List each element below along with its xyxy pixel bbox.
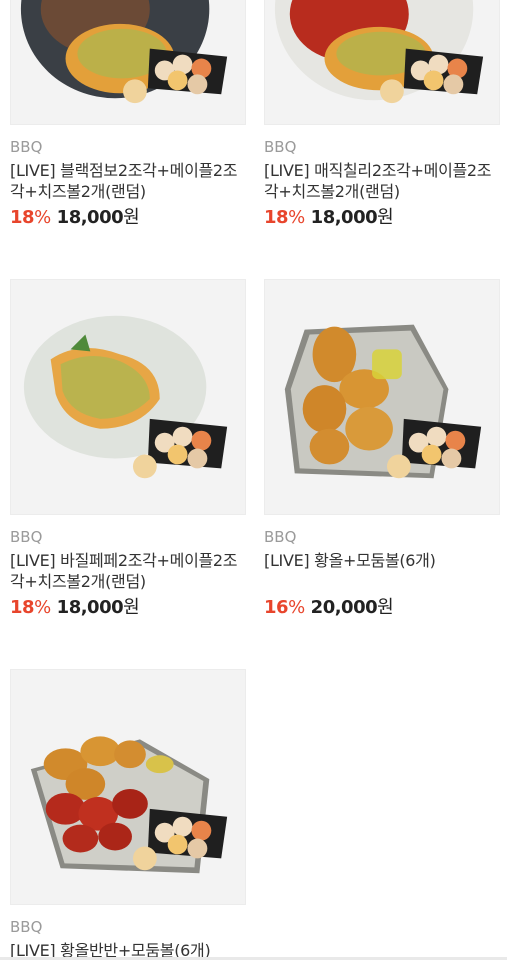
product-title[interactable]: [LIVE] 바질페페2조각+메이플2조 각+치즈볼2개(랜덤) — [10, 550, 246, 592]
sale-price: 18,000원 — [56, 597, 140, 618]
black-jumbo-chicken-plate-icon — [20, 0, 228, 104]
product-card[interactable]: BBQ [LIVE] 블랙점보2조각+메이플2조 각+치즈볼2개(랜덤) 18%… — [10, 0, 246, 230]
price-row: 16% 20,000원 — [264, 596, 500, 620]
product-brand: BBQ — [10, 138, 43, 156]
discount-rate: 18% — [10, 207, 51, 228]
product-title-line1: [LIVE] 바질페페2조각+메이플2조 — [10, 551, 238, 570]
product-title[interactable]: [LIVE] 매직칠리2조각+메이플2조 각+치즈볼2개(랜덤) — [264, 160, 500, 202]
basil-pepe-chicken-plate-icon — [23, 315, 228, 479]
product-title[interactable]: [LIVE] 황올+모둠볼(6개) — [264, 550, 500, 592]
product-title-line2: 각+치즈볼2개(랜덤) — [10, 572, 146, 591]
half-half-chicken-tray-icon — [30, 736, 228, 874]
magic-chili-chicken-plate-icon — [274, 0, 484, 104]
product-card[interactable]: BBQ [LIVE] 매직칠리2조각+메이플2조 각+치즈볼2개(랜덤) 18%… — [264, 0, 500, 230]
product-title-line2: 각+치즈볼2개(랜덤) — [264, 182, 400, 201]
product-title-line1: [LIVE] 블랙점보2조각+메이플2조 — [10, 161, 238, 180]
product-title[interactable]: [LIVE] 블랙점보2조각+메이플2조 각+치즈볼2개(랜덤) — [10, 160, 246, 202]
price-row: 18% 18,000원 — [10, 206, 246, 230]
product-card[interactable]: BBQ [LIVE] 황올반반+모둠볼(6개) — [10, 669, 246, 960]
sale-price: 18,000원 — [56, 207, 140, 228]
product-title-line1: [LIVE] 황올+모둠볼(6개) — [264, 551, 436, 570]
product-thumbnail[interactable] — [264, 0, 500, 125]
product-card[interactable]: BBQ [LIVE] 황올+모둠볼(6개) 16% 20,000원 — [264, 279, 500, 620]
product-thumbnail[interactable] — [10, 279, 246, 515]
product-brand: BBQ — [264, 528, 297, 546]
sale-price: 20,000원 — [310, 597, 394, 618]
price-row: 18% 18,000원 — [10, 596, 246, 620]
price-row: 18% 18,000원 — [264, 206, 500, 230]
sale-price: 18,000원 — [310, 207, 394, 228]
product-brand: BBQ — [10, 528, 43, 546]
discount-rate: 18% — [10, 597, 51, 618]
product-title-line1: [LIVE] 매직칠리2조각+메이플2조 — [264, 161, 492, 180]
product-thumbnail[interactable] — [10, 0, 246, 125]
product-card[interactable]: BBQ [LIVE] 바질페페2조각+메이플2조 각+치즈볼2개(랜덤) 18%… — [10, 279, 246, 620]
golden-olive-chicken-tray-icon — [284, 324, 482, 479]
discount-rate: 16% — [264, 597, 305, 618]
product-brand: BBQ — [264, 138, 297, 156]
product-title-line2: 각+치즈볼2개(랜덤) — [10, 182, 146, 201]
product-thumbnail[interactable] — [10, 669, 246, 905]
product-thumbnail[interactable] — [264, 279, 500, 515]
discount-rate: 18% — [264, 207, 305, 228]
product-brand: BBQ — [10, 918, 43, 936]
